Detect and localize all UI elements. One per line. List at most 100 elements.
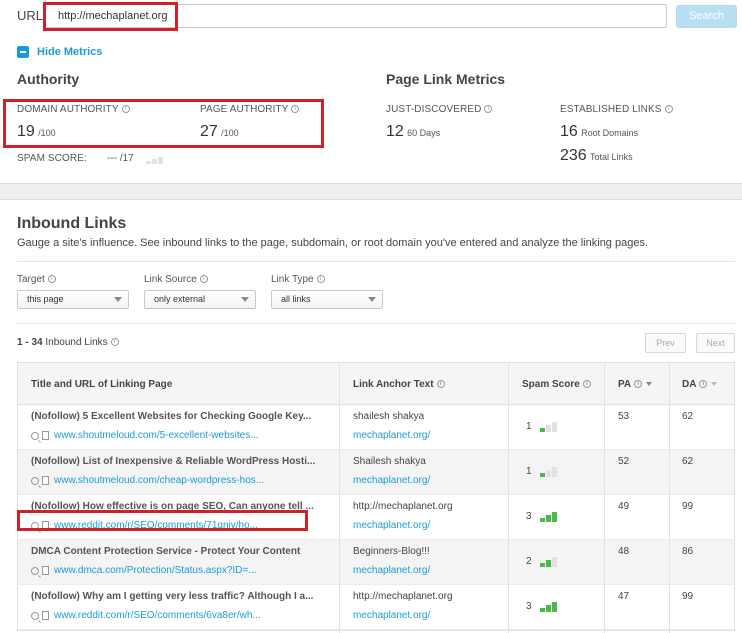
info-icon: i [634,380,643,389]
prev-button[interactable]: Prev [645,333,686,353]
minus-square-icon [17,46,29,58]
row-anchor-text: http://mechaplanet.org [353,501,453,512]
magnifier-icon[interactable] [31,566,39,575]
row-title[interactable]: (Nofollow) Why am I getting very less tr… [31,591,325,602]
authority-heading: Authority [17,71,80,87]
row-title[interactable]: (Nofollow) List of Inexpensive & Reliabl… [31,456,325,467]
table-row: (Nofollow) 5 Excellent Websites for Chec… [18,405,734,450]
row-url[interactable]: www.dmca.com/Protection/Status.aspx?ID=.… [31,565,257,576]
spam-bars [146,157,164,164]
section-divider-band [0,183,742,200]
info-icon[interactable]: i [199,275,208,284]
row-pa: 52 [618,456,630,467]
link-type-filter-label: Link Type i [271,274,325,285]
info-icon: i [436,380,445,389]
dropdown-caret-icon [368,297,376,302]
page-icon[interactable] [42,431,49,440]
row-title[interactable]: DMCA Content Protection Service - Protec… [31,546,325,557]
next-button[interactable]: Next [696,333,735,353]
row-title[interactable]: (Nofollow) 5 Excellent Websites for Chec… [31,411,325,422]
row-url[interactable]: www.shoutmeloud.com/cheap-wordpress-hos.… [31,475,264,486]
info-icon[interactable]: i [316,275,325,284]
page-icon[interactable] [42,476,49,485]
divider [17,323,735,324]
target-select[interactable]: this page [17,290,129,309]
just-discovered-label: JUST-DISCOVERED i [386,104,493,115]
col-anchor[interactable]: Link Anchor Text i [353,379,445,390]
row-anchor-url[interactable]: mechaplanet.org/ [353,475,430,486]
inbound-links-description: Gauge a site's influence. See inbound li… [17,237,649,249]
sort-desc-icon [646,382,653,387]
col-da[interactable]: DA i [682,379,718,390]
row-anchor-url[interactable]: mechaplanet.org/ [353,565,430,576]
spam-bars [539,467,557,477]
info-icon[interactable]: i [110,338,119,347]
inbound-count: 1 - 34 Inbound Links i [17,337,119,348]
page-icon[interactable] [42,566,49,575]
divider [17,261,735,262]
search-button[interactable]: Search [676,5,737,28]
row-pa: 48 [618,546,630,557]
row-spam-score: 1 [526,421,557,432]
dropdown-caret-icon [114,297,122,302]
magnifier-icon[interactable] [31,476,39,485]
page-link-metrics-heading: Page Link Metrics [386,71,506,87]
url-highlight-box [43,2,178,31]
row-da: 99 [682,591,694,602]
row-spam-score: 3 [526,601,557,612]
col-spam[interactable]: Spam Score i [522,379,591,390]
row-da: 62 [682,411,694,422]
info-icon[interactable]: i [47,275,56,284]
spam-bars [539,602,557,612]
row-url[interactable]: www.shoutmeloud.com/5-excellent-websites… [31,430,259,441]
row-anchor-url[interactable]: mechaplanet.org/ [353,430,430,441]
info-icon[interactable]: i [484,105,493,114]
root-domains-value: 16 Root Domains [560,123,639,140]
spam-bars [539,512,557,522]
row-spam-score: 3 [526,511,557,522]
dropdown-caret-icon [241,297,249,302]
col-pa[interactable]: PA i [618,379,653,390]
hide-metrics-label: Hide Metrics [37,46,103,58]
row-anchor-text: http://mechaplanet.org [353,591,453,602]
row-spam-score: 1 [526,466,557,477]
table-row: (Nofollow) Why am I getting very less tr… [18,585,734,630]
row-pa: 49 [618,501,630,512]
row-anchor-text: Beginners-Blog!!! [353,546,430,557]
reddit-url-highlight-box [17,510,308,531]
established-links-label: ESTABLISHED LINKS i [560,104,673,115]
just-discovered-value: 12 60 Days [386,123,441,140]
link-type-select[interactable]: all links [271,290,383,309]
page-icon[interactable] [42,611,49,620]
row-anchor-url[interactable]: mechaplanet.org/ [353,520,430,531]
row-spam-score: 2 [526,556,557,567]
target-filter-label: Target i [17,274,56,285]
total-links-value: 236 Total Links [560,147,633,164]
row-anchor-text: Shailesh shakya [353,456,426,467]
row-url[interactable]: www.reddit.com/r/SEO/comments/6va8er/wh.… [31,610,261,621]
link-source-select[interactable]: only external [144,290,256,309]
link-source-filter-label: Link Source i [144,274,208,285]
table-row: DMCA Content Protection Service - Protec… [18,540,734,585]
magnifier-icon[interactable] [31,431,39,440]
spam-bars [539,422,557,432]
col-title-url[interactable]: Title and URL of Linking Page [31,379,172,390]
row-da: 86 [682,546,694,557]
spam-score-value: --- /17 [107,153,164,164]
inbound-links-table: Title and URL of Linking Page Link Ancho… [17,362,735,633]
row-da: 62 [682,456,694,467]
table-row: (Nofollow) List of Inexpensive & Reliabl… [18,450,734,495]
magnifier-icon[interactable] [31,611,39,620]
row-da: 99 [682,501,694,512]
inbound-links-title: Inbound Links [17,215,127,232]
authority-highlight-box [3,99,324,148]
info-icon: i [699,380,708,389]
row-anchor-url[interactable]: mechaplanet.org/ [353,610,430,621]
row-anchor-text: shailesh shakya [353,411,425,422]
row-pa: 47 [618,591,630,602]
info-icon: i [582,380,591,389]
spam-score-label: SPAM SCORE: [17,153,87,164]
info-icon[interactable]: i [664,105,673,114]
row-pa: 53 [618,411,630,422]
hide-metrics-toggle[interactable]: Hide Metrics [17,46,102,58]
